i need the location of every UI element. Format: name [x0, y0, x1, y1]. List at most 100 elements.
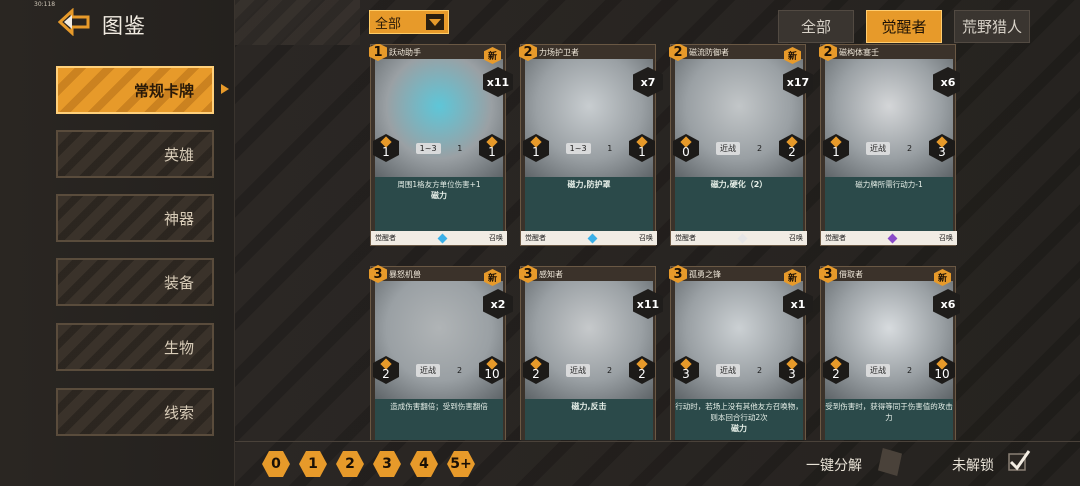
- action-cost-stat: 0: [673, 134, 699, 162]
- card[interactable]: 3 借取者 新 x6 2 近战 2 10 受到伤害时，获得等同于伤害值的攻击力: [819, 265, 960, 440]
- attack-stat: 10: [929, 356, 955, 384]
- card-description: 磁力,防护罩: [525, 179, 653, 190]
- attack-stat: 2: [779, 134, 805, 162]
- attack-stat: 10: [479, 356, 505, 384]
- move-stat: 2: [906, 143, 913, 153]
- sidebar-item-creatures[interactable]: 生物: [56, 323, 214, 371]
- card-type: 召唤: [789, 234, 803, 242]
- card-effect-text: 周围1格友方单位伤害+1: [397, 180, 481, 189]
- card-faction: 觉醒者: [375, 234, 396, 242]
- action-cost-stat: 3: [673, 356, 699, 384]
- card-faction: 觉醒者: [675, 234, 696, 242]
- card-description: 造成伤害翻倍；受到伤害翻倍: [375, 401, 503, 412]
- sidebar-item-label: 装备: [163, 273, 194, 292]
- card-stats: 2 近战 2 2: [523, 355, 655, 385]
- rarity-gem-icon: [587, 233, 598, 243]
- card-name: 力场护卫者: [539, 48, 579, 57]
- tab-all[interactable]: 全部: [778, 10, 854, 43]
- card-description: 磁力牌所需行动力-1: [825, 179, 953, 190]
- filter-dropdown[interactable]: 全部: [369, 10, 449, 34]
- sidebar-item-label: 常规卡牌: [133, 81, 194, 100]
- attack-stat: 3: [929, 134, 955, 162]
- unlocked-filter-label: 未解锁: [952, 458, 994, 474]
- cost-filter-3[interactable]: 3: [373, 451, 401, 477]
- card-description: 磁力,反击: [525, 401, 653, 412]
- sidebar-item-heroes[interactable]: 英雄: [56, 130, 214, 178]
- attack-range: 近战: [415, 363, 440, 377]
- cost-filter-4[interactable]: 4: [410, 451, 438, 477]
- rarity-gem-icon: [737, 233, 748, 243]
- card[interactable]: 2 磁构体塞壬 x6 1 近战 2 3 磁力牌所需行动力-1 觉醒者 召唤: [819, 44, 960, 246]
- card-keywords: 磁力: [431, 191, 447, 200]
- page-title: 图鉴: [102, 14, 146, 38]
- sidebar-item-label: 神器: [163, 209, 194, 228]
- card[interactable]: 1 跃动助手 新 x11 1 1~3 1 1 周围1格友方单位伤害+1 磁力 觉…: [369, 44, 513, 246]
- filter-dropdown-value: 全部: [375, 16, 402, 32]
- card-type: 召唤: [939, 234, 953, 242]
- card-stats: 1 近战 2 3: [823, 133, 955, 163]
- attack-stat: 1: [629, 134, 655, 162]
- cost-filter-1[interactable]: 1: [299, 451, 327, 477]
- move-stat: 2: [756, 365, 763, 375]
- card[interactable]: 3 孤勇之锋 新 x1 3 近战 2 3 行动时，若场上没有其他友方召唤物，则本…: [669, 265, 813, 440]
- card-footer: 觉醒者 召唤: [671, 231, 807, 245]
- card-name: 感知者: [539, 270, 563, 279]
- clock: 30:118: [34, 1, 56, 8]
- card-faction: 觉醒者: [525, 234, 546, 242]
- card-footer: 觉醒者 召唤: [521, 231, 657, 245]
- attack-stat: 3: [779, 356, 805, 384]
- back-button[interactable]: [57, 7, 92, 37]
- sidebar-item-label: 生物: [163, 338, 194, 357]
- card-name: 磁流防御者: [689, 48, 729, 57]
- move-stat: 2: [456, 365, 463, 375]
- attack-range: 1~3: [415, 142, 441, 154]
- back-arrow-icon: [57, 7, 90, 37]
- tab-label: 觉醒者: [881, 18, 927, 36]
- card[interactable]: 2 力场护卫者 x7 1 1~3 1 1 磁力,防护罩 觉醒者 召唤: [519, 44, 663, 246]
- card[interactable]: 2 磁流防御者 新 x17 0 近战 2 2 磁力,硬化（2） 觉醒者 召唤: [669, 44, 813, 246]
- sidebar-item-artifacts[interactable]: 神器: [56, 194, 214, 242]
- card[interactable]: 3 感知者 x11 2 近战 2 2 磁力,反击: [519, 265, 663, 440]
- checkmark-icon[interactable]: [1007, 448, 1031, 474]
- move-stat: 2: [906, 365, 913, 375]
- cost-filter-5plus[interactable]: 5+: [447, 451, 475, 477]
- card-keywords: 磁力: [731, 424, 747, 433]
- move-stat: 2: [606, 365, 613, 375]
- sidebar-item-equipment[interactable]: 装备: [56, 258, 214, 306]
- attack-range: 近战: [715, 363, 740, 377]
- cost-filter-0[interactable]: 0: [262, 451, 290, 477]
- card-faction: 觉醒者: [825, 234, 846, 242]
- attack-range: 近战: [865, 141, 890, 155]
- cost-filter: 0 1 2 3 4 5+: [262, 451, 475, 477]
- tab-awakened[interactable]: 觉醒者: [866, 10, 942, 43]
- chevron-down-icon: [426, 14, 444, 30]
- action-cost-stat: 1: [373, 134, 399, 162]
- tab-wild-hunter[interactable]: 荒野猎人: [954, 10, 1030, 43]
- sidebar-item-clues[interactable]: 线索: [56, 388, 214, 436]
- action-cost-stat: 2: [823, 356, 849, 384]
- attack-range: 1~3: [565, 142, 591, 154]
- card-name: 暴怒机兽: [389, 270, 421, 279]
- card-effect-text: 行动时，若场上没有其他友方召唤物，则本回合行动2次: [675, 402, 803, 422]
- action-cost-stat: 2: [523, 356, 549, 384]
- card-keywords: 磁力,硬化（2）: [710, 180, 768, 189]
- action-cost-stat: 2: [373, 356, 399, 384]
- tab-label: 荒野猎人: [961, 18, 1022, 36]
- card[interactable]: 3 暴怒机兽 新 x2 2 近战 2 10 造成伤害翻倍；受到伤害翻倍: [369, 265, 513, 440]
- card-effect-text: 受到伤害时，获得等同于伤害值的攻击力: [825, 402, 953, 422]
- card-effect-text: 造成伤害翻倍；受到伤害翻倍: [390, 402, 488, 411]
- card-description: 行动时，若场上没有其他友方召唤物，则本回合行动2次 磁力: [675, 401, 803, 434]
- card-keywords: 磁力,防护罩: [567, 180, 611, 189]
- card-stats: 3 近战 2 3: [673, 355, 805, 385]
- card-description: 周围1格友方单位伤害+1 磁力: [375, 179, 503, 201]
- card-description: 受到伤害时，获得等同于伤害值的攻击力: [825, 401, 953, 423]
- sidebar-item-normal-cards[interactable]: 常规卡牌: [56, 66, 214, 114]
- card-footer: 觉醒者 召唤: [821, 231, 957, 245]
- cost-filter-2[interactable]: 2: [336, 451, 364, 477]
- card-stats: 1 1~3 1 1: [523, 133, 655, 163]
- card-description: 磁力,硬化（2）: [675, 179, 803, 190]
- sidebar-item-label: 英雄: [163, 145, 194, 164]
- disassemble-all-button[interactable]: 一键分解: [806, 455, 862, 475]
- attack-range: 近战: [565, 363, 590, 377]
- card-stats: 2 近战 2 10: [823, 355, 955, 385]
